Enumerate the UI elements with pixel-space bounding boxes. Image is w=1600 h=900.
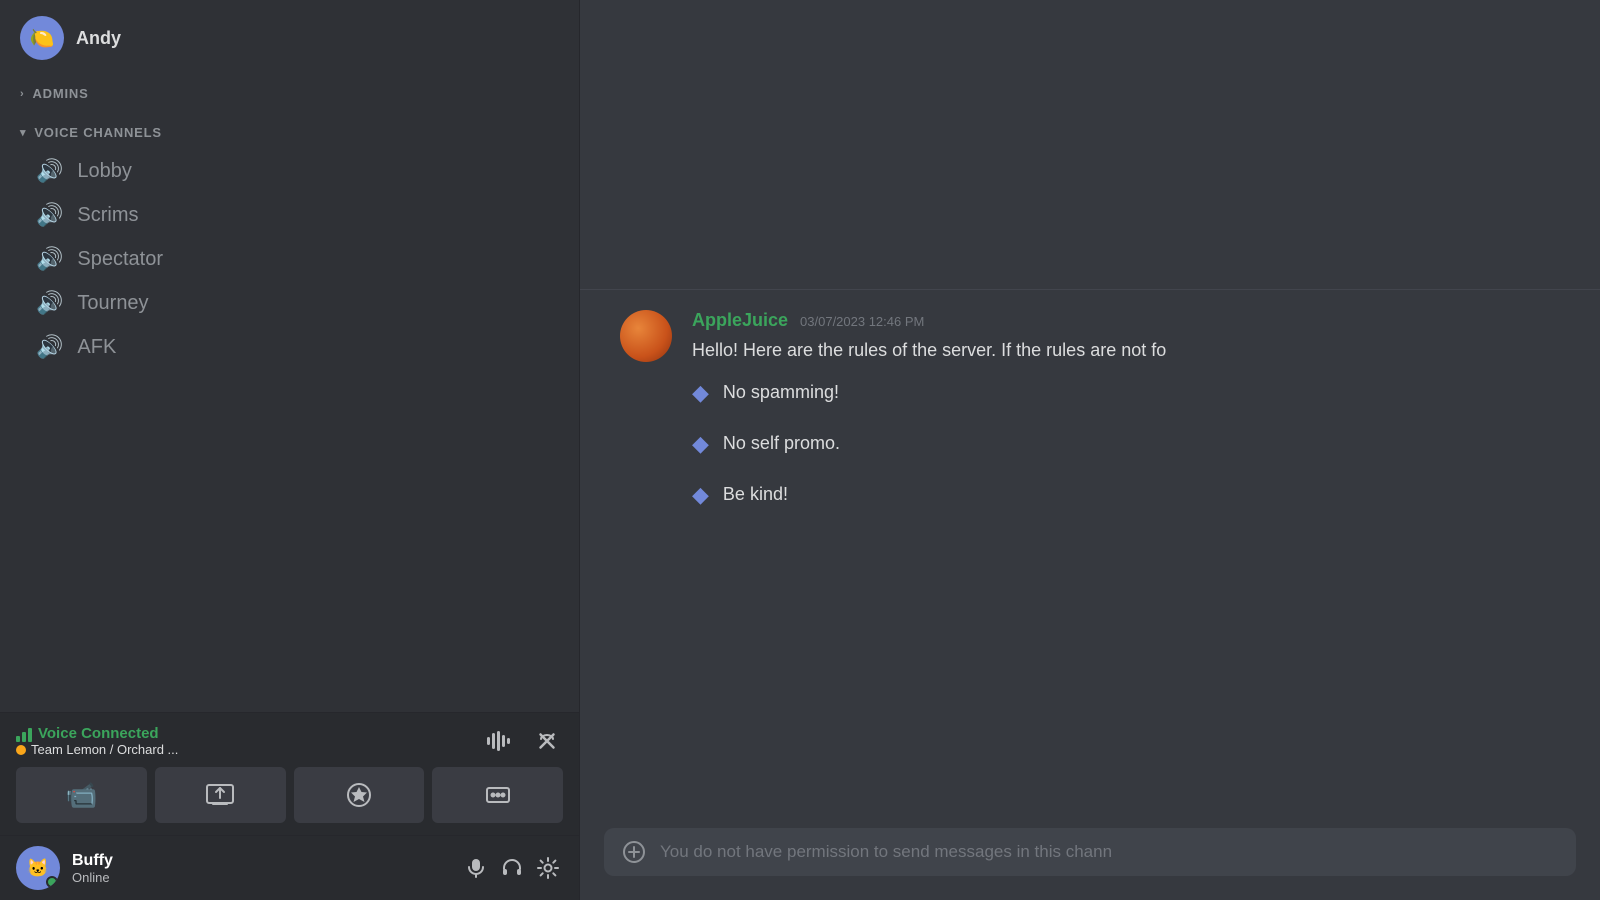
diamond-2-icon: ◆ bbox=[692, 427, 709, 460]
voice-server-name: Team Lemon / Orchard ... bbox=[31, 742, 178, 757]
deafen-button[interactable] bbox=[497, 853, 527, 883]
headphones-icon bbox=[501, 857, 523, 879]
rule-item-2: ◆ No self promo. bbox=[692, 427, 1560, 460]
user-status: Online bbox=[72, 870, 449, 885]
message-row: AppleJuice 03/07/2023 12:46 PM Hello! He… bbox=[620, 310, 1560, 529]
camera-icon: 📹 bbox=[65, 780, 97, 811]
user-panel: 🐱 Buffy Online bbox=[0, 835, 579, 900]
share-screen-button[interactable] bbox=[155, 767, 286, 823]
user-controls bbox=[461, 853, 563, 883]
partial-user-name: Andy bbox=[76, 28, 121, 49]
microphone-icon bbox=[465, 857, 487, 879]
voice-connected-panel: Voice Connected Team Lemon / Orchard ... bbox=[0, 712, 579, 835]
user-avatar-icon: 🐱 bbox=[27, 858, 49, 879]
section-voice-channels[interactable]: ▾ VOICE CHANNELS bbox=[0, 109, 579, 148]
activity-button[interactable] bbox=[294, 767, 425, 823]
section-voice-label: VOICE CHANNELS bbox=[34, 125, 162, 140]
channel-item-afk[interactable]: 🔊 AFK bbox=[8, 326, 571, 368]
channel-afk-name: AFK bbox=[77, 336, 116, 359]
speaker-lobby-icon: 🔊 bbox=[36, 158, 63, 184]
message-header: AppleJuice 03/07/2023 12:46 PM bbox=[692, 310, 1560, 331]
channel-item-lobby[interactable]: 🔊 Lobby bbox=[8, 150, 571, 192]
user-avatar: 🐱 bbox=[16, 846, 60, 890]
voice-actions-right bbox=[483, 725, 563, 757]
rule-item-3: ◆ Be kind! bbox=[692, 478, 1560, 511]
sidebar-scroll-area: 🍋 Andy › ADMINS ▾ VOICE CHANNELS 🔊 Lobby… bbox=[0, 0, 579, 712]
chat-input-area: You do not have permission to send messa… bbox=[580, 828, 1600, 900]
disconnect-icon bbox=[535, 729, 559, 753]
message-content: AppleJuice 03/07/2023 12:46 PM Hello! He… bbox=[692, 310, 1560, 529]
voice-status-row: Voice Connected Team Lemon / Orchard ... bbox=[16, 725, 563, 757]
soundboard-button[interactable] bbox=[432, 767, 563, 823]
chat-top-spacer bbox=[580, 0, 1600, 290]
message-username: AppleJuice bbox=[692, 310, 788, 331]
speaker-scrims-icon: 🔊 bbox=[36, 202, 63, 228]
channel-item-scrims[interactable]: 🔊 Scrims bbox=[8, 194, 571, 236]
channel-item-spectator[interactable]: 🔊 Spectator bbox=[8, 238, 571, 280]
sidebar: 🍋 Andy › ADMINS ▾ VOICE CHANNELS 🔊 Lobby… bbox=[0, 0, 580, 900]
voice-server-dot-icon bbox=[16, 745, 26, 755]
rule-3-text: Be kind! bbox=[723, 481, 788, 508]
channel-scrims-name: Scrims bbox=[77, 204, 138, 227]
chat-messages: AppleJuice 03/07/2023 12:46 PM Hello! He… bbox=[580, 290, 1600, 828]
message-text: Hello! Here are the rules of the server.… bbox=[692, 337, 1560, 511]
speaker-afk-icon: 🔊 bbox=[36, 334, 63, 360]
voice-bars-icon bbox=[16, 726, 32, 742]
speaker-tourney-icon: 🔊 bbox=[36, 290, 63, 316]
channel-item-tourney[interactable]: 🔊 Tourney bbox=[8, 282, 571, 324]
chevron-voice-icon: ▾ bbox=[20, 126, 26, 139]
partial-user-item[interactable]: 🍋 Andy bbox=[0, 10, 579, 70]
channel-lobby-name: Lobby bbox=[77, 160, 132, 183]
message-avatar bbox=[620, 310, 672, 362]
soundboard-icon bbox=[485, 782, 511, 808]
voice-connected-text: Voice Connected bbox=[38, 725, 159, 742]
add-message-button[interactable] bbox=[622, 840, 646, 864]
diamond-3-icon: ◆ bbox=[692, 478, 709, 511]
message-intro: Hello! Here are the rules of the server.… bbox=[692, 337, 1560, 364]
voice-soundwave-button[interactable] bbox=[483, 727, 517, 755]
rule-2-text: No self promo. bbox=[723, 430, 840, 457]
speaker-spectator-icon: 🔊 bbox=[36, 246, 63, 272]
message-input-placeholder: You do not have permission to send messa… bbox=[660, 842, 1558, 862]
chevron-admins-icon: › bbox=[20, 88, 24, 100]
user-status-dot bbox=[46, 876, 58, 888]
add-message-icon bbox=[622, 840, 646, 864]
diamond-1-icon: ◆ bbox=[692, 376, 709, 409]
user-info: Buffy Online bbox=[72, 852, 449, 885]
disconnect-button[interactable] bbox=[531, 725, 563, 757]
rule-item-1: ◆ No spamming! bbox=[692, 376, 1560, 409]
camera-button[interactable]: 📹 bbox=[16, 767, 147, 823]
voice-server-info: Team Lemon / Orchard ... bbox=[16, 742, 178, 757]
partial-user-avatar: 🍋 bbox=[20, 16, 64, 60]
mute-button[interactable] bbox=[461, 853, 491, 883]
voice-status-left: Voice Connected Team Lemon / Orchard ... bbox=[16, 725, 178, 757]
main-chat: AppleJuice 03/07/2023 12:46 PM Hello! He… bbox=[580, 0, 1600, 900]
section-admins-label: ADMINS bbox=[32, 86, 88, 101]
voice-connected-label: Voice Connected bbox=[16, 725, 178, 742]
activity-icon bbox=[346, 782, 372, 808]
share-screen-icon bbox=[206, 784, 234, 806]
channel-tourney-name: Tourney bbox=[77, 292, 148, 315]
rule-1-text: No spamming! bbox=[723, 379, 839, 406]
user-name: Buffy bbox=[72, 852, 449, 870]
channel-spectator-name: Spectator bbox=[77, 248, 163, 271]
voice-controls-row: 📹 bbox=[16, 767, 563, 823]
settings-icon bbox=[537, 857, 559, 879]
message-timestamp: 03/07/2023 12:46 PM bbox=[800, 314, 924, 329]
message-input-bar: You do not have permission to send messa… bbox=[604, 828, 1576, 876]
section-admins[interactable]: › ADMINS bbox=[0, 70, 579, 109]
soundwave-icon bbox=[487, 731, 513, 751]
user-settings-button[interactable] bbox=[533, 853, 563, 883]
